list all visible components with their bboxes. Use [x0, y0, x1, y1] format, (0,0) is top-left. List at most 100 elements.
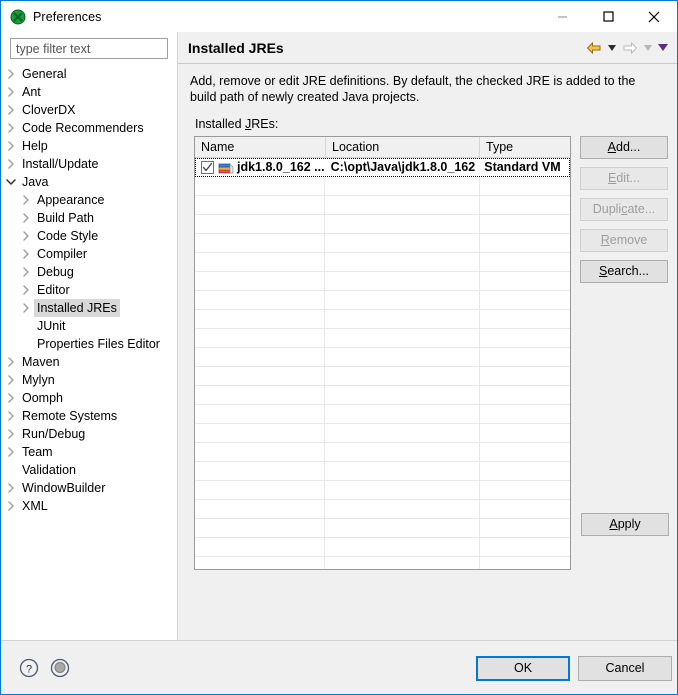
chevron-right-icon[interactable]	[17, 263, 34, 281]
chevron-right-icon[interactable]	[2, 443, 19, 461]
sidebar-item-remote-systems[interactable]: Remote Systems	[2, 407, 177, 425]
table-empty-row[interactable]	[195, 405, 570, 424]
search-input[interactable]	[10, 38, 168, 59]
sidebar-item-code-recommenders[interactable]: Code Recommenders	[2, 119, 177, 137]
sidebar-item-validation[interactable]: Validation	[2, 461, 177, 479]
chevron-right-icon[interactable]	[2, 83, 19, 101]
chevron-right-icon[interactable]	[17, 281, 34, 299]
table-empty-row[interactable]	[195, 291, 570, 310]
table-empty-row[interactable]	[195, 519, 570, 538]
restore-defaults-icon[interactable]	[49, 657, 71, 679]
table-empty-row[interactable]	[195, 215, 570, 234]
table-empty-row[interactable]	[195, 177, 570, 196]
button-label-post: emove	[609, 233, 648, 247]
sidebar-item-windowbuilder[interactable]: WindowBuilder	[2, 479, 177, 497]
help-icon[interactable]: ?	[18, 657, 40, 679]
table-empty-row[interactable]	[195, 557, 570, 569]
table-empty-row[interactable]	[195, 329, 570, 348]
installed-jres-table[interactable]: Name Location Type jdk1.8.0_162 ... C:\opt\…	[194, 136, 571, 570]
sidebar-item-compiler[interactable]: Compiler	[2, 245, 177, 263]
ok-button[interactable]: OK	[476, 656, 570, 681]
sidebar-item-mylyn[interactable]: Mylyn	[2, 371, 177, 389]
chevron-right-icon[interactable]	[17, 209, 34, 227]
sidebar-item-editor[interactable]: Editor	[2, 281, 177, 299]
minimize-icon[interactable]	[539, 1, 585, 32]
chevron-right-icon[interactable]	[2, 119, 19, 137]
sidebar-item-label: Ant	[22, 85, 41, 99]
chevron-right-icon[interactable]	[2, 353, 19, 371]
table-empty-row[interactable]	[195, 348, 570, 367]
column-header-location[interactable]: Location	[326, 137, 480, 157]
table-empty-row[interactable]	[195, 367, 570, 386]
sidebar-item-xml[interactable]: XML	[2, 497, 177, 515]
table-empty-cell	[195, 519, 325, 538]
sidebar-item-debug[interactable]: Debug	[2, 263, 177, 281]
table-empty-row[interactable]	[195, 234, 570, 253]
table-empty-cell	[195, 386, 325, 405]
sidebar-item-oomph[interactable]: Oomph	[2, 389, 177, 407]
close-icon[interactable]	[631, 1, 677, 32]
sidebar-item-install-update[interactable]: Install/Update	[2, 155, 177, 173]
sidebar-item-junit[interactable]: JUnit	[2, 317, 177, 335]
chevron-right-icon[interactable]	[2, 101, 19, 119]
sidebar-item-appearance[interactable]: Appearance	[2, 191, 177, 209]
chevron-down-icon[interactable]	[605, 39, 618, 57]
sidebar-item-general[interactable]: General	[2, 65, 177, 83]
sidebar-item-ant[interactable]: Ant	[2, 83, 177, 101]
search-button[interactable]: Search...	[580, 260, 668, 283]
button-label-pre: Dupli	[592, 202, 622, 216]
sidebar-item-cloverdx[interactable]: CloverDX	[2, 101, 177, 119]
table-empty-row[interactable]	[195, 196, 570, 215]
table-empty-row[interactable]	[195, 253, 570, 272]
chevron-right-icon[interactable]	[2, 155, 19, 173]
maximize-icon[interactable]	[585, 1, 631, 32]
sidebar-item-installed-jres[interactable]: Installed JREs	[2, 299, 177, 317]
chevron-right-icon[interactable]	[17, 227, 34, 245]
chevron-right-icon[interactable]	[2, 425, 19, 443]
sidebar-item-team[interactable]: Team	[2, 443, 177, 461]
table-empty-row[interactable]	[195, 310, 570, 329]
table-empty-row[interactable]	[195, 424, 570, 443]
table-empty-row[interactable]	[195, 500, 570, 519]
sidebar-item-code-style[interactable]: Code Style	[2, 227, 177, 245]
chevron-right-icon[interactable]	[2, 479, 19, 497]
table-empty-row[interactable]	[195, 481, 570, 500]
button-mnemonic: A	[607, 140, 616, 154]
chevron-right-icon[interactable]	[2, 137, 19, 155]
chevron-right-icon[interactable]	[17, 191, 34, 209]
chevron-right-icon[interactable]	[17, 299, 34, 317]
chevron-down-icon[interactable]	[2, 173, 19, 191]
apply-button[interactable]: Apply	[581, 513, 669, 536]
apply-mnemonic: A	[609, 517, 618, 531]
chevron-right-icon[interactable]	[2, 407, 19, 425]
chevron-down-icon[interactable]	[656, 39, 669, 57]
sidebar-item-label: Team	[22, 445, 53, 459]
cancel-button[interactable]: Cancel	[578, 656, 672, 681]
table-empty-cell	[480, 234, 570, 253]
table-empty-row[interactable]	[195, 386, 570, 405]
table-empty-row[interactable]	[195, 443, 570, 462]
add-button[interactable]: Add...	[580, 136, 668, 159]
row-checkbox[interactable]	[201, 161, 214, 174]
sidebar-item-help[interactable]: Help	[2, 137, 177, 155]
table-empty-row[interactable]	[195, 462, 570, 481]
sidebar-item-maven[interactable]: Maven	[2, 353, 177, 371]
sidebar-item-build-path[interactable]: Build Path	[2, 209, 177, 227]
sidebar-item-run-debug[interactable]: Run/Debug	[2, 425, 177, 443]
column-header-name[interactable]: Name	[195, 137, 326, 157]
page-header: Installed JREs	[178, 32, 677, 64]
table-empty-cell	[325, 405, 480, 424]
sidebar-item-properties-files-editor[interactable]: Properties Files Editor	[2, 335, 177, 353]
chevron-right-icon[interactable]	[17, 245, 34, 263]
column-header-type[interactable]: Type	[480, 137, 570, 157]
table-empty-row[interactable]	[195, 538, 570, 557]
chevron-right-icon[interactable]	[2, 371, 19, 389]
chevron-right-icon[interactable]	[2, 65, 19, 83]
table-empty-row[interactable]	[195, 272, 570, 291]
chevron-right-icon[interactable]	[2, 389, 19, 407]
chevron-right-icon[interactable]	[2, 497, 19, 515]
table-row[interactable]: jdk1.8.0_162 ... C:\opt\Java\jdk1.8.0_162…	[195, 158, 570, 177]
sidebar-item-java[interactable]: Java	[2, 173, 177, 191]
back-arrow-icon[interactable]	[584, 39, 603, 57]
